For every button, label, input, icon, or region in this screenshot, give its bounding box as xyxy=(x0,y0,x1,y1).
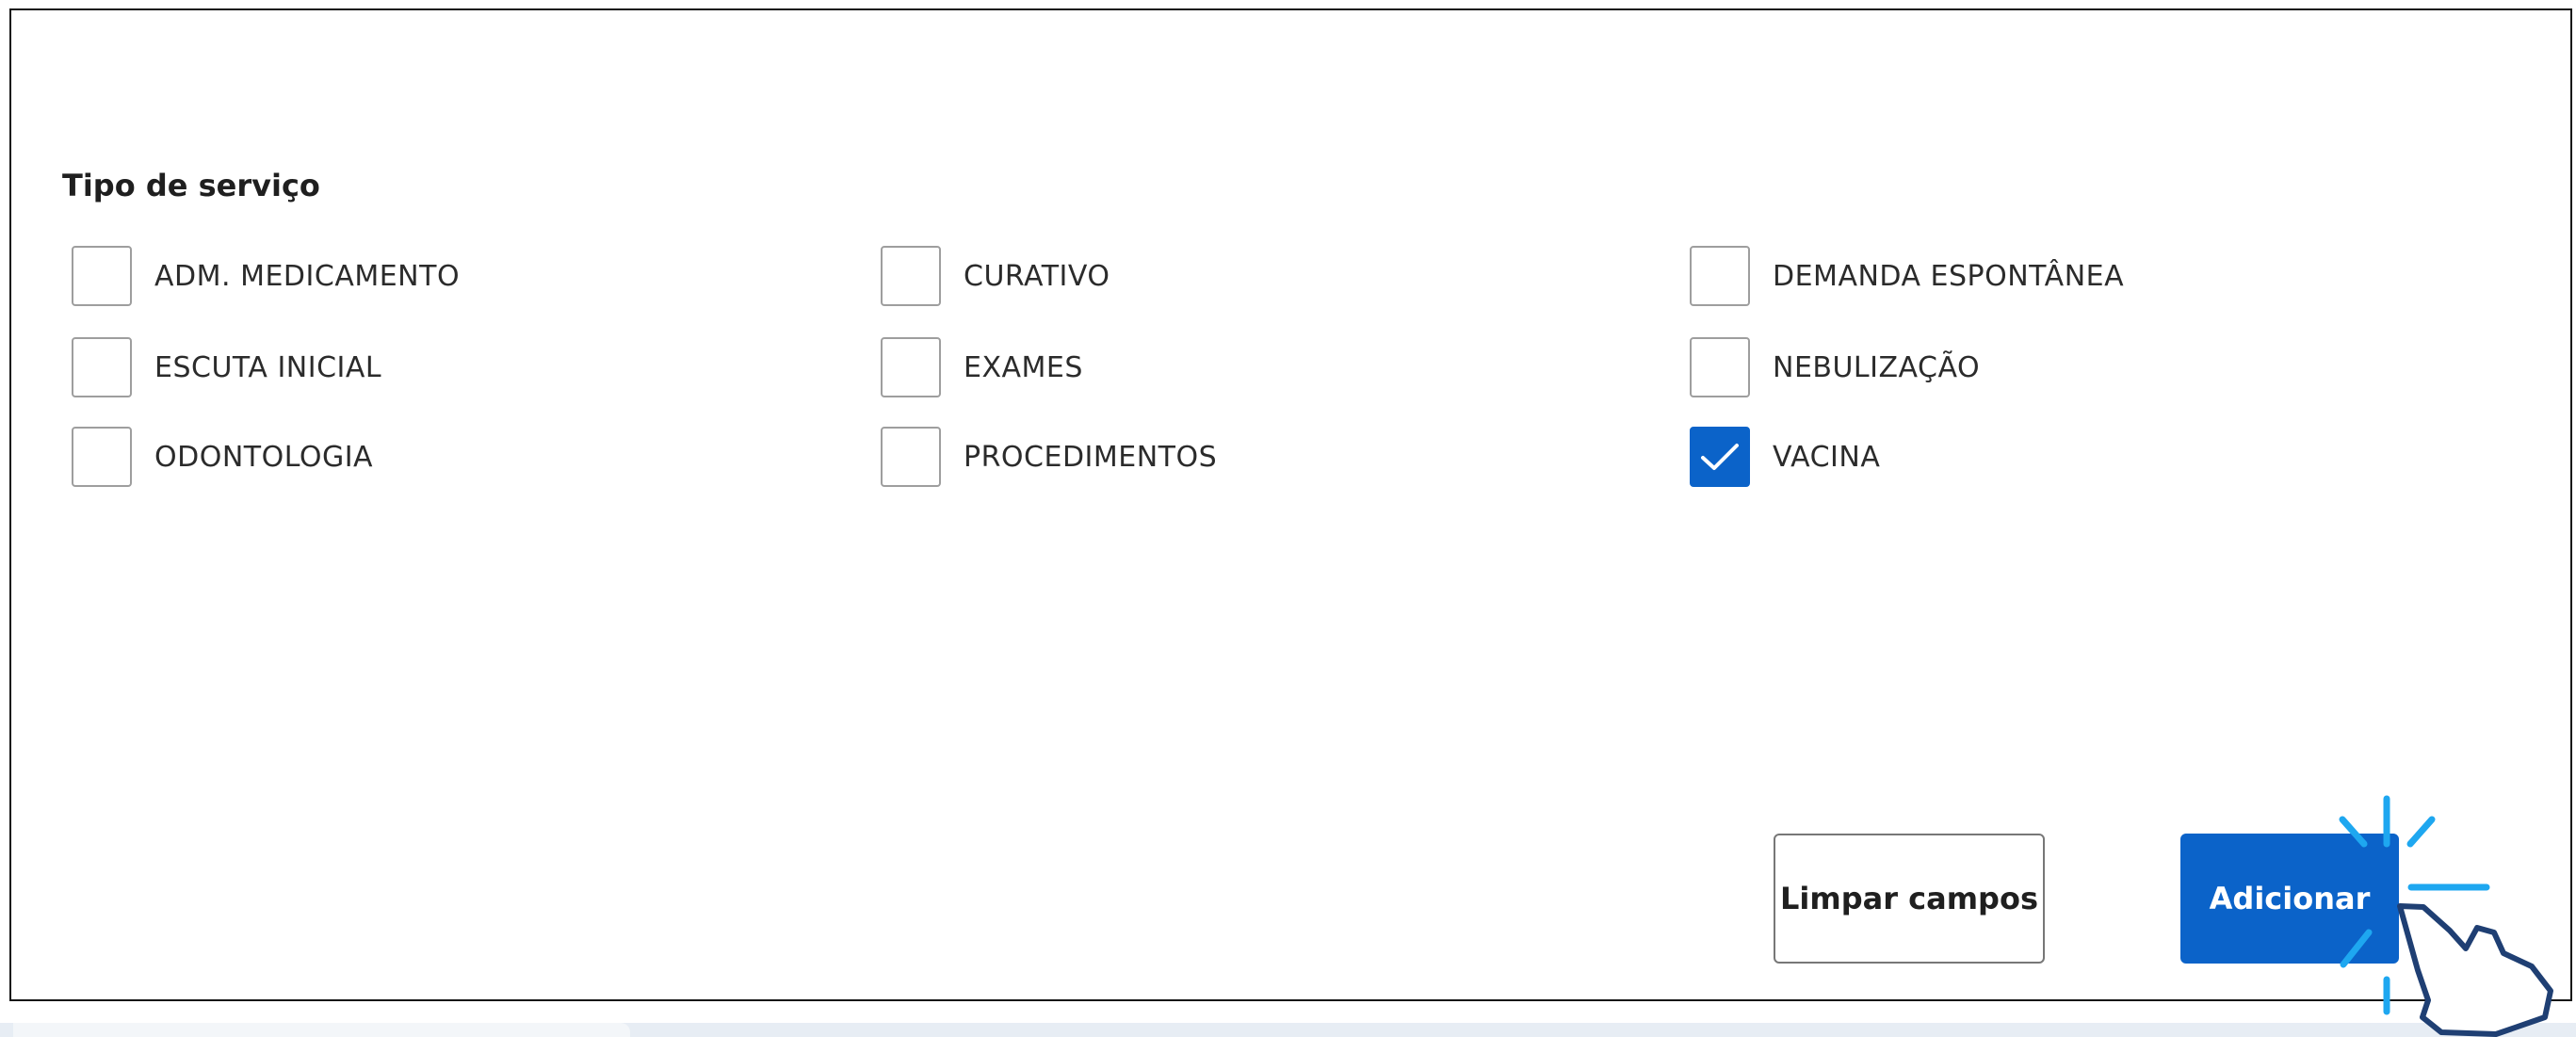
checkbox-procedimentos[interactable]: PROCEDIMENTOS xyxy=(881,424,1217,490)
section-title: Tipo de serviço xyxy=(62,168,320,203)
bottom-tab xyxy=(13,1023,630,1037)
checkbox-nebulizacao[interactable]: NEBULIZAÇÃO xyxy=(1690,334,1980,400)
bottom-strip xyxy=(0,1023,2576,1037)
checkbox-escuta-inicial[interactable]: ESCUTA INICIAL xyxy=(72,334,381,400)
checkbox-adm-medicamento[interactable]: ADM. MEDICAMENTO xyxy=(72,243,460,309)
checkbox-demanda-espontanea[interactable]: DEMANDA ESPONTÂNEA xyxy=(1690,243,2124,309)
checkbox-exames[interactable]: EXAMES xyxy=(881,334,1083,400)
checkbox-box[interactable] xyxy=(72,246,132,306)
checkbox-box[interactable] xyxy=(1690,246,1750,306)
checkbox-label: DEMANDA ESPONTÂNEA xyxy=(1773,259,2125,293)
checkbox-label: EXAMES xyxy=(964,350,1083,384)
checkbox-box[interactable] xyxy=(881,337,941,397)
checkbox-box[interactable] xyxy=(72,427,132,487)
checkbox-vacina[interactable]: VACINA xyxy=(1690,424,1880,490)
check-icon xyxy=(1701,444,1739,470)
checkbox-label: ADM. MEDICAMENTO xyxy=(154,259,461,293)
add-button[interactable]: Adicionar xyxy=(2180,834,2399,964)
checkbox-label: CURATIVO xyxy=(964,259,1110,293)
checkbox-label: NEBULIZAÇÃO xyxy=(1773,350,1981,384)
checkbox-label: ESCUTA INICIAL xyxy=(154,350,382,384)
clear-fields-button[interactable]: Limpar campos xyxy=(1774,834,2045,964)
checkbox-box[interactable] xyxy=(1690,337,1750,397)
checkbox-box-checked[interactable] xyxy=(1690,427,1750,487)
checkbox-label: PROCEDIMENTOS xyxy=(964,440,1218,474)
checkbox-box[interactable] xyxy=(881,427,941,487)
checkbox-odontologia[interactable]: ODONTOLOGIA xyxy=(72,424,373,490)
checkbox-box[interactable] xyxy=(881,246,941,306)
checkbox-label: ODONTOLOGIA xyxy=(154,440,374,474)
checkbox-label: VACINA xyxy=(1773,440,1881,474)
checkbox-box[interactable] xyxy=(72,337,132,397)
checkbox-curativo[interactable]: CURATIVO xyxy=(881,243,1110,309)
